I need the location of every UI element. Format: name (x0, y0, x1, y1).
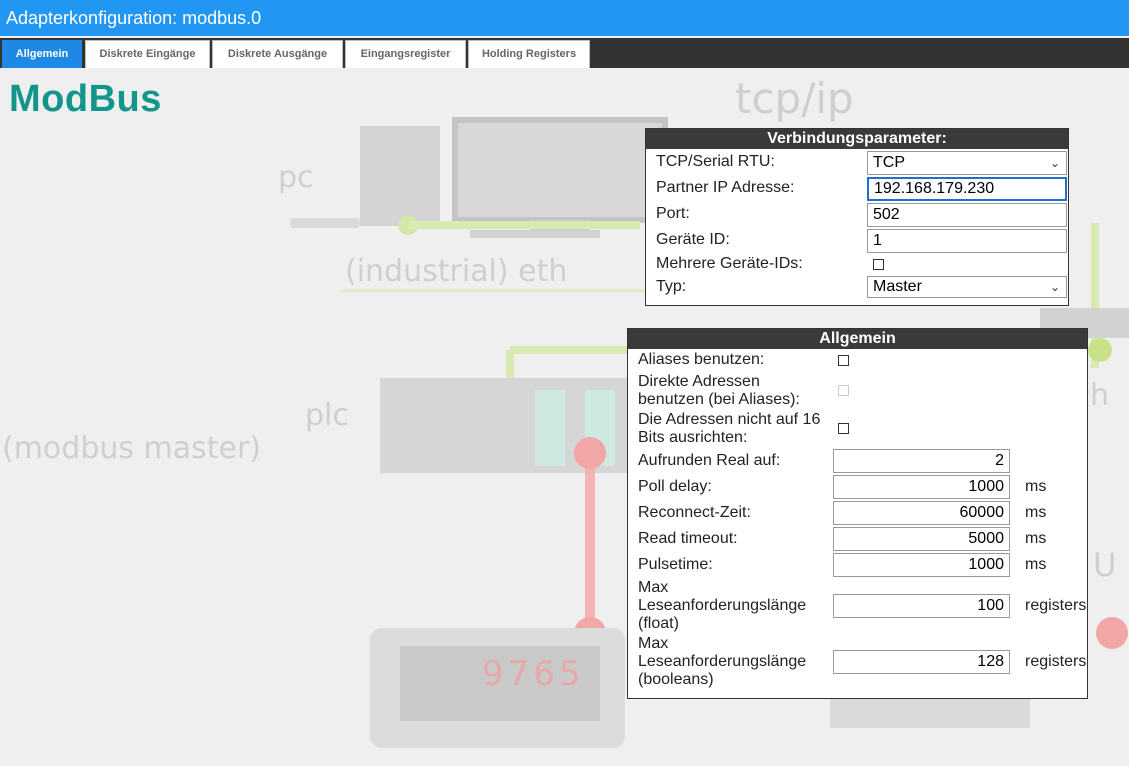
device-id-label: Geräte ID: (656, 231, 730, 248)
direct-addr-label-line2: benutzen (bei Aliases): (638, 391, 800, 408)
window-title: Adapterkonfiguration: modbus.0 (6, 8, 262, 28)
tab-diskrete-eingaenge[interactable]: Diskrete Eingänge (85, 40, 210, 68)
protocol-select[interactable]: TCP ⌄ (867, 151, 1067, 175)
poll-unit: ms (1025, 478, 1047, 495)
tab-diskrete-ausgaenge[interactable]: Diskrete Ausgänge (212, 40, 343, 68)
display-digits: 9765 (482, 654, 585, 694)
chevron-down-icon: ⌄ (1049, 156, 1060, 170)
maxbool-label: Max Leseanforderungslänge (booleans) (638, 635, 806, 689)
pulse-label: Pulsetime: (638, 556, 713, 573)
port-label: Port: (656, 205, 690, 222)
reconnect-unit: ms (1025, 504, 1047, 521)
timeout-unit: ms (1025, 530, 1047, 547)
general-panel-title: Allgemein (628, 329, 1087, 349)
device-id-input[interactable]: 1 (867, 229, 1067, 253)
direct-addr-label-line1: Direkte Adressen (638, 373, 760, 390)
protocol-value: TCP (873, 154, 905, 171)
maxbool-input[interactable]: 128 (833, 650, 1010, 674)
pulse-unit: ms (1025, 556, 1047, 573)
plc-label: plc (305, 398, 349, 433)
tcpip-label: tcp/ip (735, 74, 854, 123)
maxbool-label-line2: Leseanforderungslänge (638, 653, 807, 670)
tab-holding-registers[interactable]: Holding Registers (468, 40, 590, 68)
maxfloat-label: Max Leseanforderungslänge (float) (638, 579, 806, 633)
type-value: Master (873, 278, 922, 295)
connection-panel-title: Verbindungsparameter: (646, 129, 1068, 149)
ip-input[interactable]: 192.168.179.230 (867, 177, 1067, 201)
maxfloat-label-line3: (float) (638, 615, 679, 632)
direct-addr-checkbox (838, 385, 849, 396)
no-align-label-line1: Die Adressen nicht auf 16 (638, 411, 821, 428)
no-align-label: Die Adressen nicht auf 16 Bits ausrichte… (638, 411, 820, 447)
maxbool-label-line3: (booleans) (638, 671, 714, 688)
window-title-bar: Adapterkonfiguration: modbus.0 (0, 0, 1129, 36)
pulse-input[interactable]: 1000 (833, 553, 1010, 577)
maxfloat-input[interactable]: 100 (833, 594, 1010, 618)
reconnect-label: Reconnect-Zeit: (638, 504, 751, 521)
maxfloat-label-line2: Leseanforderungslänge (638, 597, 807, 614)
round-input[interactable]: 2 (833, 449, 1010, 473)
poll-label: Poll delay: (638, 478, 712, 495)
ethernet-label: (industrial) eth (345, 254, 568, 289)
multi-ids-checkbox[interactable] (873, 259, 884, 270)
chevron-down-icon: ⌄ (1049, 280, 1060, 294)
maxfloat-unit: registers (1025, 597, 1087, 614)
type-select[interactable]: Master ⌄ (867, 276, 1067, 298)
no-align-label-line2: Bits ausrichten: (638, 429, 748, 446)
direct-addr-label: Direkte Adressen benutzen (bei Aliases): (638, 373, 800, 409)
plc-sub-label: (modbus master) (2, 431, 262, 466)
aliases-label: Aliases benutzen: (638, 351, 765, 368)
tab-eingangsregister[interactable]: Eingangsregister (345, 40, 466, 68)
right-u-label: U (1093, 546, 1117, 584)
tab-bar: Allgemein Diskrete Eingänge Diskrete Aus… (0, 38, 1129, 68)
maxbool-label-line1: Max (638, 635, 669, 652)
tab-allgemein[interactable]: Allgemein (2, 40, 82, 68)
pc-label: pc (278, 160, 314, 195)
general-panel: Allgemein Aliases benutzen: Direkte Adre… (627, 328, 1088, 699)
aliases-checkbox[interactable] (838, 355, 849, 366)
page-title: ModBus (9, 78, 162, 120)
connection-panel: Verbindungsparameter: TCP/Serial RTU: TC… (645, 128, 1069, 306)
port-input[interactable]: 502 (867, 203, 1067, 227)
poll-input[interactable]: 1000 (833, 475, 1010, 499)
round-label: Aufrunden Real auf: (638, 452, 781, 469)
timeout-label: Read timeout: (638, 530, 738, 547)
ip-label: Partner IP Adresse: (656, 179, 795, 196)
type-label: Typ: (656, 278, 687, 295)
maxfloat-label-line1: Max (638, 579, 669, 596)
right-h-label: h (1090, 378, 1110, 413)
multi-ids-label: Mehrere Geräte-IDs: (656, 255, 803, 272)
protocol-label: TCP/Serial RTU: (656, 153, 775, 170)
no-align-checkbox[interactable] (838, 423, 849, 434)
reconnect-input[interactable]: 60000 (833, 501, 1010, 525)
maxbool-unit: registers (1025, 653, 1087, 670)
timeout-input[interactable]: 5000 (833, 527, 1010, 551)
